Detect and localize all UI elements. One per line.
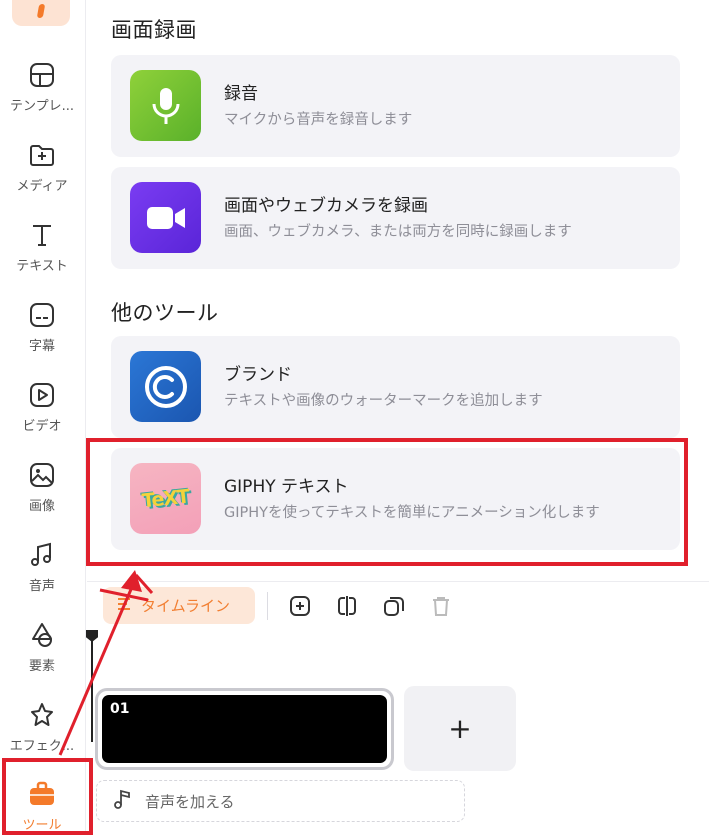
highlight-box-giphy — [86, 438, 688, 566]
card-brand[interactable]: ブランド テキストや画像のウォーターマークを追加します — [111, 336, 680, 438]
app-logo[interactable] — [12, 0, 70, 26]
sidebar-item-label: 画像 — [28, 499, 55, 514]
sidebar-item-label: 音声 — [28, 579, 55, 594]
sidebar-item-label: エフェク... — [9, 739, 75, 754]
delete-button[interactable] — [427, 592, 455, 620]
sidebar-item-media[interactable]: メディア — [0, 140, 84, 212]
timeline-clip[interactable]: 01 — [95, 688, 394, 770]
music-note-icon — [113, 788, 133, 814]
sidebar-item-subtitles[interactable]: 字幕 — [0, 300, 84, 372]
sidebar-item-label: テンプレ... — [9, 99, 74, 114]
add-scene-button[interactable]: + — [404, 686, 516, 771]
section-title-recording: 画面録画 — [111, 18, 197, 42]
text-icon — [27, 220, 57, 250]
music-note-icon — [27, 540, 57, 570]
card-description: マイクから音声を録音します — [224, 112, 413, 128]
section-title-other-tools: 他のツール — [111, 301, 219, 325]
sidebar-item-label: 要素 — [28, 659, 55, 674]
copyright-icon — [130, 351, 201, 422]
trash-icon — [433, 597, 449, 616]
duplicate-icon — [384, 597, 404, 616]
card-description: 画面、ウェブカメラ、または両方を同時に録画します — [224, 224, 572, 240]
folder-add-icon — [27, 140, 57, 170]
video-camera-icon — [130, 182, 201, 253]
sidebar-item-video[interactable]: ビデオ — [0, 380, 84, 452]
sidebar-item-image[interactable]: 画像 — [0, 460, 84, 532]
microphone-icon — [130, 70, 201, 141]
sidebar-item-label: ビデオ — [22, 419, 62, 434]
split-button[interactable] — [333, 592, 361, 620]
highlight-box-tools — [2, 758, 93, 835]
card-audio-record[interactable]: 録音 マイクから音声を録音します — [111, 55, 680, 157]
shapes-icon — [27, 620, 57, 650]
timeline-label: タイムライン — [141, 597, 230, 615]
star-icon — [27, 700, 57, 730]
sidebar-item-label: 字幕 — [28, 339, 55, 354]
add-square-icon — [290, 596, 310, 616]
subtitle-icon — [27, 300, 57, 330]
image-icon — [27, 460, 57, 490]
card-description: テキストや画像のウォーターマークを追加します — [224, 393, 543, 409]
sidebar-item-text[interactable]: テキスト — [0, 220, 84, 292]
sidebar-item-audio[interactable]: 音声 — [0, 540, 84, 612]
card-title: 画面やウェブカメラを録画 — [224, 196, 428, 216]
duplicate-button[interactable] — [380, 592, 408, 620]
add-clip-button[interactable] — [286, 592, 314, 620]
playhead-line[interactable] — [91, 632, 93, 742]
timeline-toggle-button[interactable]: タイムライン — [103, 587, 255, 624]
sidebar-item-elements[interactable]: 要素 — [0, 620, 84, 692]
split-icon — [338, 596, 356, 616]
clip-number: 01 — [110, 701, 130, 717]
add-audio-button[interactable]: 音声を加える — [96, 780, 465, 822]
card-screen-record[interactable]: 画面やウェブカメラを録画 画面、ウェブカメラ、または両方を同時に録画します — [111, 167, 680, 269]
sidebar-item-label: メディア — [16, 179, 68, 194]
toolbar-separator — [267, 592, 268, 620]
sidebar: テンプレ... メディア テキスト 字幕 ビデオ 画像 音声 要素 エフェク..… — [0, 0, 86, 835]
add-audio-label: 音声を加える — [145, 792, 235, 811]
template-icon — [27, 60, 57, 90]
sidebar-item-templates[interactable]: テンプレ... — [0, 60, 84, 132]
card-title: 録音 — [224, 84, 258, 104]
panel-divider — [87, 581, 709, 582]
card-title: ブランド — [224, 365, 292, 385]
sidebar-item-label: テキスト — [16, 259, 68, 274]
video-icon — [27, 380, 57, 410]
timeline-icon — [115, 595, 133, 617]
